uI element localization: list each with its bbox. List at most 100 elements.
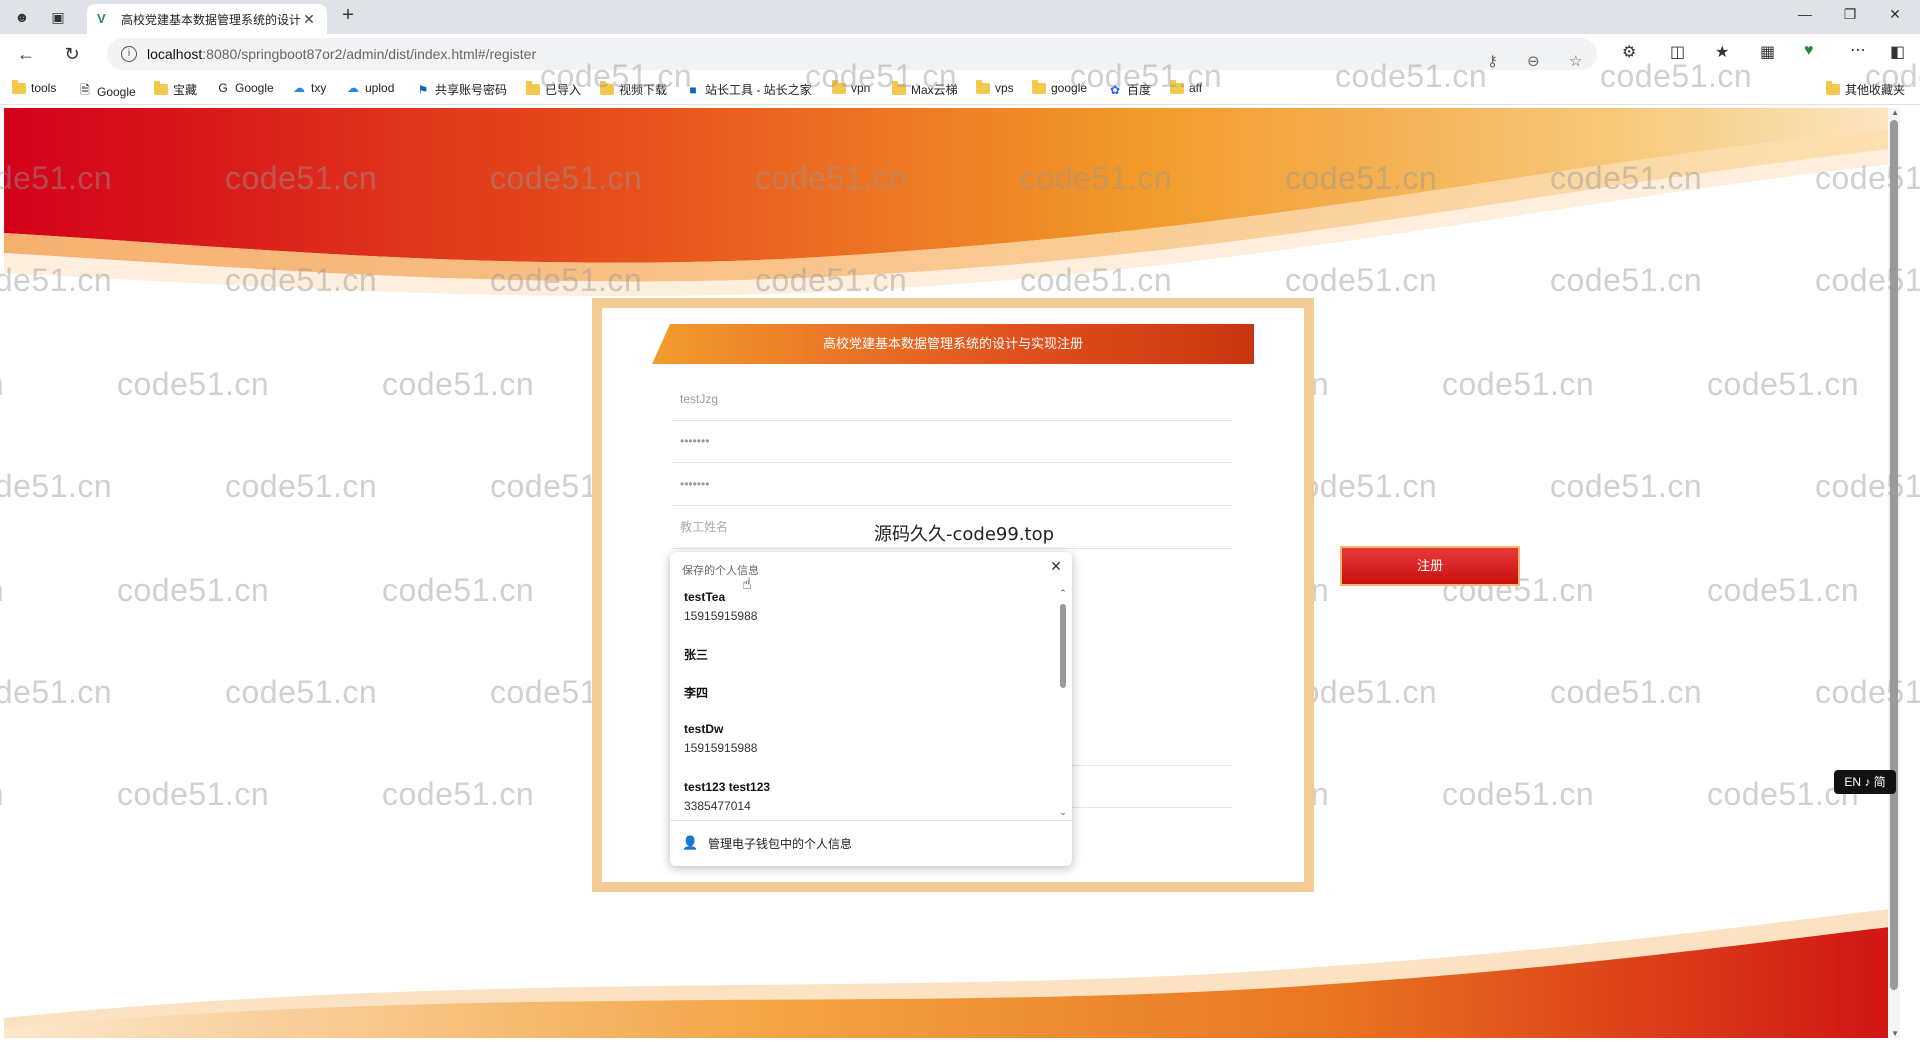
register-button[interactable]: 注册 xyxy=(1340,546,1520,586)
autofill-item[interactable]: 张三 xyxy=(684,646,1044,663)
autofill-item-phone: 3385477014 xyxy=(684,799,751,813)
bookmark-label: vpn xyxy=(851,81,871,95)
sidebar-toggle-icon[interactable]: ◧ xyxy=(1890,42,1905,62)
collections-icon[interactable]: ▦ xyxy=(1760,42,1775,62)
bookmark-txy[interactable]: ☁ txy xyxy=(292,81,326,95)
person-lock-icon: 👤 xyxy=(682,835,699,850)
favorites-icon[interactable]: ★ xyxy=(1715,42,1729,62)
ime-indicator[interactable]: EN ♪ 简 xyxy=(1834,770,1896,794)
folder-icon xyxy=(600,81,614,95)
bookmarks-bar: tools 🗎 Google 宝藏 G Google ☁ txy ☁ uplod ⚑ 共享… xyxy=(0,74,1920,105)
tab-title: 高校党建基本数据管理系统的设计 xyxy=(121,12,301,27)
form-title: 高校党建基本数据管理系统的设计与实现注册 xyxy=(652,324,1254,364)
bookmark-label: 视频下载 xyxy=(619,83,668,97)
username-field[interactable] xyxy=(672,379,1232,421)
bookmark-baozang[interactable]: 宝藏 xyxy=(154,81,197,98)
bookmark-label: vps xyxy=(995,81,1014,95)
password-field[interactable] xyxy=(672,421,1232,463)
folder-icon xyxy=(1032,79,1046,94)
confirm-password-field[interactable] xyxy=(672,464,1232,506)
bookmark-imported[interactable]: 已导入 xyxy=(526,81,581,98)
bookmark-aff[interactable]: aff xyxy=(1170,79,1203,95)
bookmark-uplod[interactable]: ☁ uplod xyxy=(346,81,394,95)
bookmark-tools[interactable]: tools xyxy=(12,79,56,95)
page-icon: 🗎 xyxy=(80,83,90,97)
bookmark-video-download[interactable]: 视频下载 xyxy=(600,81,667,98)
close-icon[interactable]: ✕ xyxy=(1048,558,1064,574)
bookmark-chinaz[interactable]: ■ 站长工具 - 站长之家 xyxy=(686,81,812,98)
extensions-icon[interactable]: ⚙ xyxy=(1622,42,1636,62)
autofill-popup: 保存的个人信息 ✕ testTea 15915915988 张三 李四 test… xyxy=(670,552,1072,866)
chevron-up-icon[interactable]: ⌃ xyxy=(1058,588,1068,599)
bookmark-other[interactable]: 其他收藏夹 xyxy=(1826,81,1905,98)
page-scrollbar[interactable]: ▲ ▼ xyxy=(1888,108,1900,1038)
baidu-paw-icon: ✿ xyxy=(1109,82,1121,97)
browser-essentials-icon[interactable]: ♥ xyxy=(1804,42,1814,60)
share-icon: ⚑ xyxy=(417,82,429,97)
bookmark-label: aff xyxy=(1189,81,1203,95)
autofill-list: testTea 15915915988 张三 李四 testDw 1591591… xyxy=(670,584,1056,820)
scroll-up-icon[interactable]: ▲ xyxy=(1891,108,1899,117)
folder-icon xyxy=(976,79,990,94)
autofill-item[interactable]: testDw 15915915988 xyxy=(684,722,1044,755)
bookmark-label: uplod xyxy=(365,81,395,95)
bookmark-shared-accounts[interactable]: ⚑ 共享账号密码 xyxy=(416,81,507,98)
upload-cloud-icon: ☁ xyxy=(347,81,359,95)
password-input[interactable] xyxy=(672,421,1232,461)
bookmark-baidu[interactable]: ✿ 百度 xyxy=(1108,81,1151,98)
close-window-icon[interactable]: ✕ xyxy=(1875,6,1915,23)
autofill-item[interactable]: 李四 xyxy=(684,684,1044,701)
username-input[interactable] xyxy=(672,379,1232,419)
more-menu-icon[interactable]: ⋯ xyxy=(1850,40,1866,60)
google-icon: G xyxy=(218,81,228,95)
autofill-scrollbar-thumb[interactable] xyxy=(1060,604,1066,688)
bookmark-label: 共享账号密码 xyxy=(435,83,508,97)
restore-icon[interactable]: ❐ xyxy=(1830,6,1870,23)
autofill-item-name: 张三 xyxy=(684,648,709,662)
back-icon[interactable]: ← xyxy=(14,42,38,66)
top-banner-decoration xyxy=(4,108,1900,297)
autofill-item[interactable]: test123 test123 3385477014 xyxy=(684,780,1044,813)
autofill-item-name: testTea xyxy=(684,590,726,604)
active-tab[interactable]: V 高校党建基本数据管理系统的设计 ✕ xyxy=(87,4,327,34)
new-tab-icon[interactable]: + xyxy=(338,5,358,25)
cloud-icon: ☁ xyxy=(293,81,305,95)
bookmark-label: 百度 xyxy=(1127,83,1152,97)
chinaz-icon: ■ xyxy=(689,82,697,97)
autofill-scrollbar[interactable]: ⌃ ⌄ xyxy=(1058,588,1068,818)
autofill-item-name: test123 test123 xyxy=(684,780,771,794)
bookmark-google-page[interactable]: 🗎 Google xyxy=(78,81,136,102)
autofill-item-name: 李四 xyxy=(684,686,709,700)
bookmark-label: 宝藏 xyxy=(173,83,198,97)
bookmark-vps[interactable]: vps xyxy=(976,79,1014,95)
bookmark-label: Max云梯 xyxy=(911,83,958,97)
split-screen-icon[interactable]: ◫ xyxy=(1670,42,1685,62)
chevron-down-icon[interactable]: ⌄ xyxy=(1058,807,1068,818)
bookmark-label: 站长工具 - 站长之家 xyxy=(705,83,812,97)
bookmark-vpn[interactable]: vpn xyxy=(832,79,871,95)
autofill-item[interactable]: testTea 15915915988 xyxy=(684,590,1044,623)
folder-icon xyxy=(526,81,540,95)
minimize-icon[interactable]: — xyxy=(1785,6,1825,22)
browser-toolbar: ← ↻ i localhost:8080/springboot87or2/adm… xyxy=(0,34,1920,74)
profile-icon[interactable]: ☻ xyxy=(12,7,32,27)
close-tab-icon[interactable]: ✕ xyxy=(301,11,317,28)
confirm-password-input[interactable] xyxy=(672,464,1232,504)
folder-icon xyxy=(1170,79,1184,94)
scroll-down-icon[interactable]: ▼ xyxy=(1891,1029,1899,1038)
bookmark-label: 其他收藏夹 xyxy=(1845,83,1906,97)
reload-icon[interactable]: ↻ xyxy=(60,42,84,66)
site-info-icon[interactable]: i xyxy=(121,46,137,62)
bookmark-max-ladder[interactable]: Max云梯 xyxy=(892,81,958,98)
url-host: localhost xyxy=(147,46,203,62)
manage-wallet-link[interactable]: 👤 管理电子钱包中的个人信息 xyxy=(670,820,1072,866)
bookmark-google-folder[interactable]: google xyxy=(1032,79,1087,95)
bookmark-label: Google xyxy=(235,81,274,95)
tab-actions-icon[interactable]: ▣ xyxy=(48,7,68,27)
mouse-cursor-icon: ☝ xyxy=(742,576,752,593)
address-bar[interactable]: i localhost:8080/springboot87or2/admin/d… xyxy=(107,38,1597,70)
manage-wallet-label: 管理电子钱包中的个人信息 xyxy=(708,837,853,851)
folder-icon xyxy=(12,79,26,94)
page-scrollbar-thumb[interactable] xyxy=(1890,120,1898,990)
bookmark-google[interactable]: G Google xyxy=(216,81,274,95)
